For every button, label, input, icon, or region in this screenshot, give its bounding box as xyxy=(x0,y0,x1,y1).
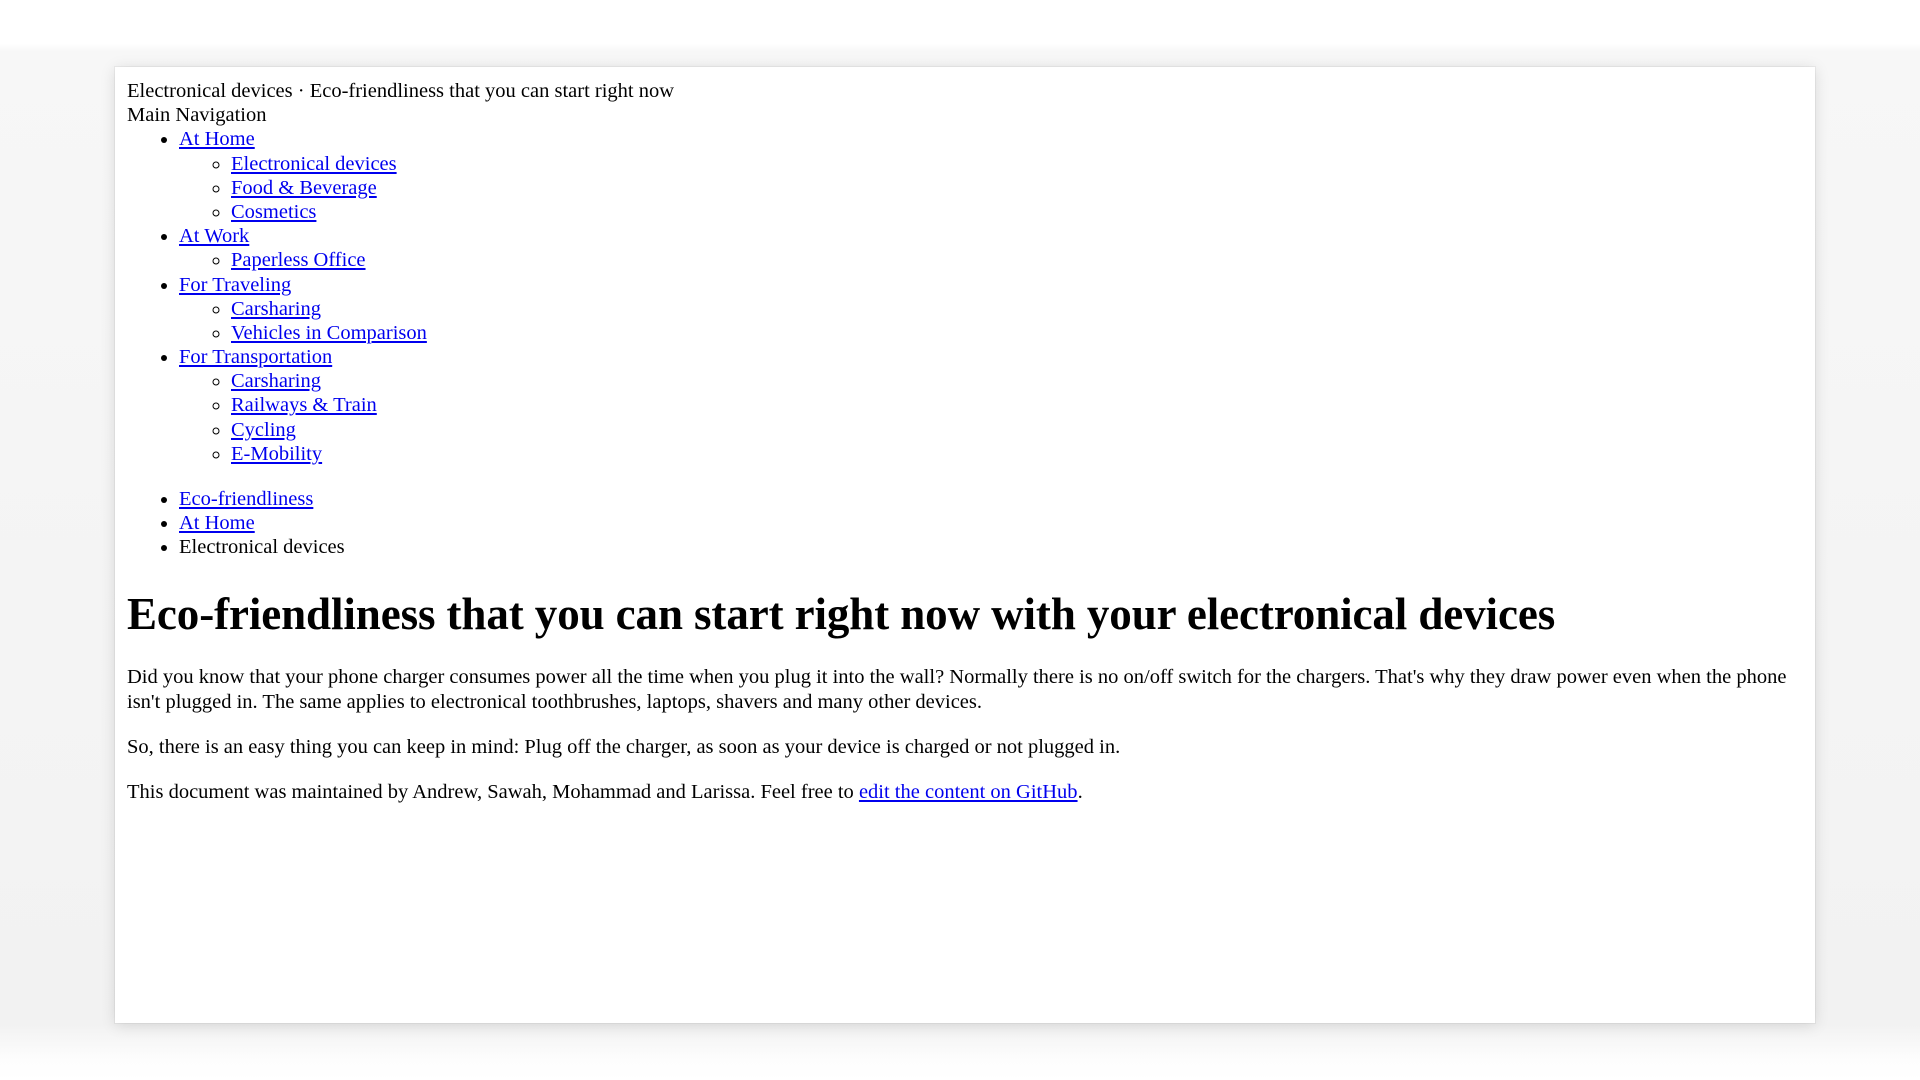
nav-link-e-mobility[interactable]: E-Mobility xyxy=(231,443,322,465)
nav-link-at-work[interactable]: At Work xyxy=(179,225,249,247)
nav-subitem-carsharing-transportation[interactable]: Carsharing xyxy=(231,369,1815,393)
nav-item-at-home[interactable]: At Home Electronical devices Food & Beve… xyxy=(179,127,1815,224)
edit-on-github-link[interactable]: edit the content on GitHub xyxy=(859,781,1078,803)
nav-subitem-food-beverage[interactable]: Food & Beverage xyxy=(231,176,1815,200)
article-footer-note: This document was maintained by Andrew, … xyxy=(127,780,1787,805)
nav-link-at-home[interactable]: At Home xyxy=(179,128,255,150)
nav-subitem-paperless-office[interactable]: Paperless Office xyxy=(231,248,1815,272)
nav-link-vehicles-in-comparison[interactable]: Vehicles in Comparison xyxy=(231,322,427,344)
nav-item-at-work[interactable]: At Work Paperless Office xyxy=(179,224,1815,272)
nav-sublist-for-transportation: Carsharing Railways & Train Cycling E-Mo… xyxy=(179,369,1815,466)
nav-sublist-at-work: Paperless Office xyxy=(179,248,1815,272)
breadcrumb-item-current: Electronical devices xyxy=(179,535,1815,559)
main-navigation-label: Main Navigation xyxy=(127,104,267,127)
nav-item-for-traveling[interactable]: For Traveling Carsharing Vehicles in Com… xyxy=(179,273,1815,346)
nav-link-for-traveling[interactable]: For Traveling xyxy=(179,274,291,296)
nav-link-railways-train[interactable]: Railways & Train xyxy=(231,394,377,416)
breadcrumb-item-eco-friendliness[interactable]: Eco-friendliness xyxy=(179,487,1815,511)
breadcrumb-current-label: Electronical devices xyxy=(179,535,345,558)
page-card: Electronical devices · Eco-friendliness … xyxy=(115,67,1815,1023)
footer-note-prefix: This document was maintained by Andrew, … xyxy=(127,780,859,803)
nav-link-cycling[interactable]: Cycling xyxy=(231,419,296,441)
page-content: Electronical devices · Eco-friendliness … xyxy=(115,67,1815,804)
nav-sublist-for-traveling: Carsharing Vehicles in Comparison xyxy=(179,297,1815,345)
article-paragraph-1: Did you know that your phone charger con… xyxy=(127,665,1787,713)
nav-link-electronical-devices[interactable]: Electronical devices xyxy=(231,153,397,175)
nav-link-carsharing-transportation[interactable]: Carsharing xyxy=(231,370,321,392)
footer-note-suffix: . xyxy=(1077,780,1083,803)
breadcrumb: Eco-friendliness At Home Electronical de… xyxy=(127,487,1815,560)
breadcrumb-item-at-home[interactable]: At Home xyxy=(179,511,1815,535)
article-paragraph-2: So, there is an easy thing you can keep … xyxy=(127,735,1121,758)
nav-subitem-cycling[interactable]: Cycling xyxy=(231,418,1815,442)
nav-subitem-railways-train[interactable]: Railways & Train xyxy=(231,393,1815,417)
nav-subitem-e-mobility[interactable]: E-Mobility xyxy=(231,442,1815,466)
breadcrumb-link-eco-friendliness[interactable]: Eco-friendliness xyxy=(179,488,313,510)
page-title: Eco-friendliness that you can start righ… xyxy=(127,589,1556,640)
nav-subitem-vehicles-in-comparison[interactable]: Vehicles in Comparison xyxy=(231,321,1815,345)
nav-link-cosmetics[interactable]: Cosmetics xyxy=(231,201,316,223)
document-title-line: Electronical devices · Eco-friendliness … xyxy=(127,80,675,102)
nav-item-for-transportation[interactable]: For Transportation Carsharing Railways &… xyxy=(179,345,1815,466)
nav-link-food-beverage[interactable]: Food & Beverage xyxy=(231,177,377,199)
nav-sublist-at-home: Electronical devices Food & Beverage Cos… xyxy=(179,152,1815,225)
nav-subitem-electronical-devices[interactable]: Electronical devices xyxy=(231,152,1815,176)
browser-viewport: Electronical devices · Eco-friendliness … xyxy=(0,0,1920,1080)
nav-link-paperless-office[interactable]: Paperless Office xyxy=(231,249,366,271)
main-navigation-list: At Home Electronical devices Food & Beve… xyxy=(127,127,1815,466)
nav-subitem-carsharing-traveling[interactable]: Carsharing xyxy=(231,297,1815,321)
breadcrumb-link-at-home[interactable]: At Home xyxy=(179,512,255,534)
nav-link-for-transportation[interactable]: For Transportation xyxy=(179,346,332,368)
nav-subitem-cosmetics[interactable]: Cosmetics xyxy=(231,200,1815,224)
nav-link-carsharing-traveling[interactable]: Carsharing xyxy=(231,298,321,320)
